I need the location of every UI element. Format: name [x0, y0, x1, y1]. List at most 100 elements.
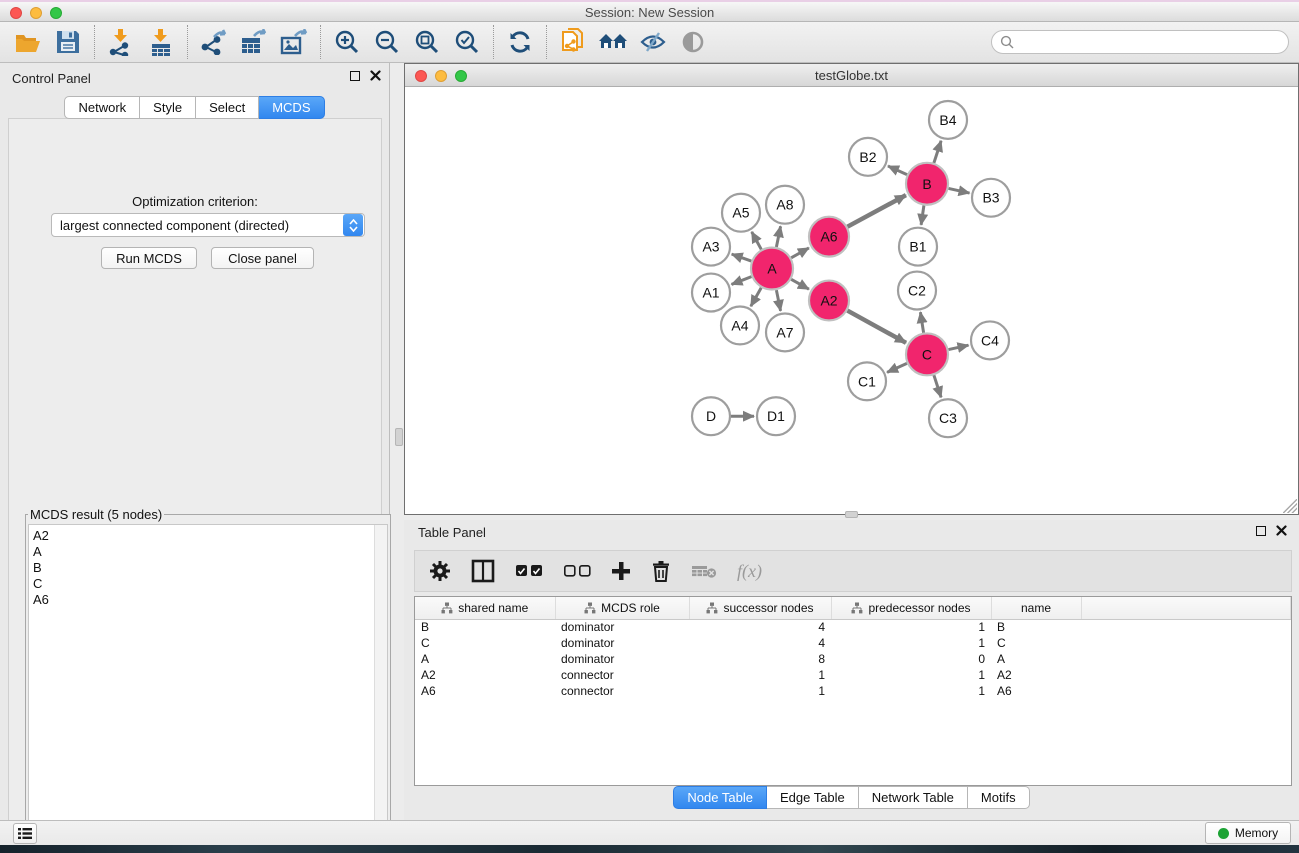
- table-cell[interactable]: A2: [415, 667, 555, 683]
- table-cell[interactable]: 0: [831, 651, 991, 667]
- import-network-button[interactable]: [101, 25, 141, 59]
- refresh-button[interactable]: [500, 25, 540, 59]
- tab-network-table[interactable]: Network Table: [859, 786, 968, 809]
- graph-edge-A2-C[interactable]: [847, 311, 906, 343]
- table-cell[interactable]: A6: [415, 683, 555, 699]
- zoom-in-button[interactable]: [327, 25, 367, 59]
- close-table-panel-icon[interactable]: [1276, 525, 1287, 536]
- graph-edge-A6-B[interactable]: [848, 195, 906, 227]
- graph-edge-C-C3[interactable]: [934, 375, 941, 397]
- table-cell[interactable]: [1081, 635, 1291, 651]
- graph-node-C2[interactable]: C2: [898, 272, 936, 310]
- deselect-all-checkboxes-icon[interactable]: [563, 564, 591, 578]
- graph-node-A7[interactable]: A7: [766, 313, 804, 351]
- add-column-icon[interactable]: [611, 561, 631, 581]
- tab-select[interactable]: Select: [196, 96, 259, 119]
- float-table-panel-icon[interactable]: [1256, 526, 1266, 536]
- open-session-button[interactable]: [8, 25, 48, 59]
- table-cell[interactable]: A: [991, 651, 1081, 667]
- zoom-out-button[interactable]: [367, 25, 407, 59]
- close-panel-button[interactable]: Close panel: [211, 247, 314, 269]
- table-cell[interactable]: B: [991, 619, 1081, 635]
- graph-edge-B-B3[interactable]: [949, 188, 970, 193]
- mcds-result-item[interactable]: B: [33, 560, 387, 576]
- tab-edge-table[interactable]: Edge Table: [767, 786, 859, 809]
- table-cell[interactable]: C: [991, 635, 1081, 651]
- table-cell[interactable]: connector: [555, 667, 689, 683]
- tab-network[interactable]: Network: [64, 96, 140, 119]
- function-builder-button[interactable]: f(x): [737, 561, 762, 582]
- graph-node-A4[interactable]: A4: [721, 306, 759, 344]
- mcds-result-item[interactable]: A: [33, 544, 387, 560]
- graph-node-A3[interactable]: A3: [692, 228, 730, 266]
- network-canvas[interactable]: B4B2BB3A8A5A6A3B1AC2A1A2A4A7C4CC1DD1C3: [405, 87, 1298, 514]
- table-cell[interactable]: 4: [689, 635, 831, 651]
- graph-edge-A-A4[interactable]: [751, 288, 761, 307]
- graph-edge-A-A3[interactable]: [732, 254, 752, 261]
- graph-node-C[interactable]: C: [906, 333, 948, 375]
- node-table[interactable]: shared nameMCDS rolesuccessor nodesprede…: [414, 596, 1292, 786]
- horizontal-splitter-handle[interactable]: [845, 511, 858, 518]
- tab-mcds[interactable]: MCDS: [259, 96, 324, 119]
- graph-edge-C-C1[interactable]: [887, 363, 907, 372]
- log-console-button[interactable]: [13, 823, 37, 844]
- mcds-result-list[interactable]: A2ABCA6: [28, 524, 388, 852]
- graph-edge-A-A5[interactable]: [752, 232, 762, 250]
- export-network-button[interactable]: [194, 25, 234, 59]
- network-window-titlebar[interactable]: testGlobe.txt: [405, 64, 1298, 87]
- run-mcds-button[interactable]: Run MCDS: [101, 247, 197, 269]
- graph-node-C3[interactable]: C3: [929, 399, 967, 437]
- table-cell[interactable]: [1081, 651, 1291, 667]
- table-row[interactable]: A6connector11A6: [415, 683, 1291, 699]
- table-cell[interactable]: connector: [555, 683, 689, 699]
- table-cell[interactable]: 4: [689, 619, 831, 635]
- vertical-splitter-handle[interactable]: [395, 428, 403, 446]
- float-panel-icon[interactable]: [350, 71, 360, 81]
- criterion-dropdown[interactable]: largest connected component (directed): [51, 213, 365, 237]
- graph-node-A2[interactable]: A2: [809, 281, 849, 321]
- graph-node-A6[interactable]: A6: [809, 217, 849, 257]
- clone-network-button[interactable]: [553, 25, 593, 59]
- graph-node-A1[interactable]: A1: [692, 274, 730, 312]
- table-cell[interactable]: B: [415, 619, 555, 635]
- table-cell[interactable]: A2: [991, 667, 1081, 683]
- column-header-predecessor-nodes[interactable]: predecessor nodes: [831, 597, 991, 619]
- save-session-button[interactable]: [48, 25, 88, 59]
- mcds-result-item[interactable]: A6: [33, 592, 387, 608]
- table-cell[interactable]: 1: [689, 667, 831, 683]
- table-row[interactable]: A2connector11A2: [415, 667, 1291, 683]
- graph-node-A[interactable]: A: [751, 248, 793, 290]
- show-eye-button[interactable]: [673, 25, 713, 59]
- graph-node-A5[interactable]: A5: [722, 194, 760, 232]
- network-graph[interactable]: B4B2BB3A8A5A6A3B1AC2A1A2A4A7C4CC1DD1C3: [405, 87, 1298, 514]
- table-cell[interactable]: dominator: [555, 619, 689, 635]
- table-cell[interactable]: C: [415, 635, 555, 651]
- table-cell[interactable]: 1: [831, 667, 991, 683]
- table-cell[interactable]: 1: [831, 619, 991, 635]
- graph-edge-C-C2[interactable]: [920, 312, 923, 333]
- mcds-result-item[interactable]: C: [33, 576, 387, 592]
- search-input[interactable]: [1015, 35, 1288, 49]
- gear-icon[interactable]: [429, 560, 451, 582]
- graph-node-B1[interactable]: B1: [899, 228, 937, 266]
- table-cell[interactable]: 1: [689, 683, 831, 699]
- graph-edge-B-B4[interactable]: [934, 141, 941, 163]
- table-cell[interactable]: 1: [831, 635, 991, 651]
- table-cell[interactable]: [1081, 683, 1291, 699]
- graph-node-B[interactable]: B: [906, 163, 948, 205]
- columns-icon[interactable]: [471, 559, 495, 583]
- table-cell[interactable]: A6: [991, 683, 1081, 699]
- search-box[interactable]: [991, 30, 1289, 54]
- graph-node-D[interactable]: D: [692, 397, 730, 435]
- table-row[interactable]: Bdominator41B: [415, 619, 1291, 635]
- trash-icon[interactable]: [651, 560, 671, 582]
- table-cell[interactable]: [1081, 667, 1291, 683]
- double-house-button[interactable]: [593, 25, 633, 59]
- table-cell[interactable]: dominator: [555, 635, 689, 651]
- column-header-name[interactable]: name: [991, 597, 1081, 619]
- column-header-MCDS-role[interactable]: MCDS role: [555, 597, 689, 619]
- export-image-button[interactable]: [274, 25, 314, 59]
- graph-edge-C-C4[interactable]: [949, 345, 969, 349]
- column-header-shared-name[interactable]: shared name: [415, 597, 555, 619]
- graph-edge-A-A6[interactable]: [791, 248, 809, 258]
